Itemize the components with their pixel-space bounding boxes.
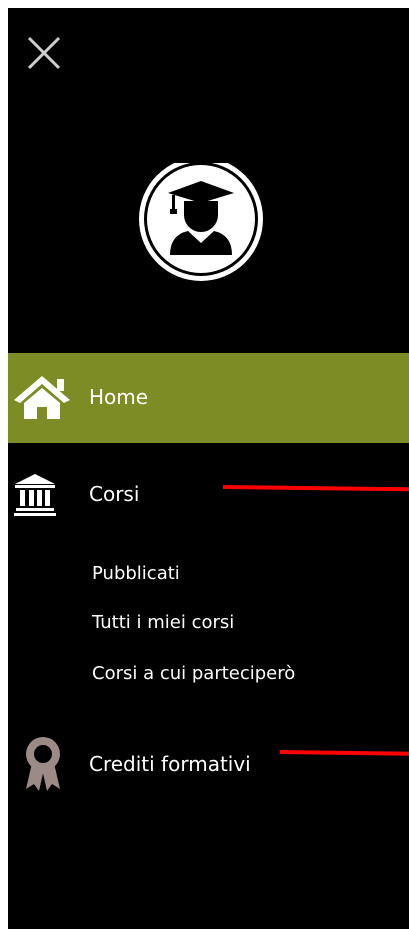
submenu-item-tutti-i-miei-corsi[interactable]: Tutti i miei corsi <box>92 612 234 634</box>
institution-icon <box>14 474 56 516</box>
graduate-avatar-icon <box>139 157 263 281</box>
home-icon <box>14 376 70 419</box>
award-badge-icon <box>26 737 60 791</box>
side-menu: Home Corsi Pubblicati Tutti i miei corsi… <box>8 8 409 929</box>
avatar <box>136 157 266 283</box>
nav-item-home[interactable]: Home <box>8 353 409 443</box>
close-icon <box>27 36 61 70</box>
submenu-item-pubblicati[interactable]: Pubblicati <box>92 563 180 585</box>
nav-item-crediti-formativi[interactable]: Crediti formativi <box>8 723 409 803</box>
nav-item-corsi-label: Corsi <box>89 482 140 506</box>
nav-item-crediti-formativi-label: Crediti formativi <box>89 752 251 776</box>
nav-item-corsi[interactable]: Corsi <box>8 458 409 528</box>
submenu-item-corsi-a-cui-partecipero[interactable]: Corsi a cui parteciperò <box>92 663 295 685</box>
nav-item-home-label: Home <box>89 385 149 409</box>
close-button[interactable] <box>26 35 62 71</box>
